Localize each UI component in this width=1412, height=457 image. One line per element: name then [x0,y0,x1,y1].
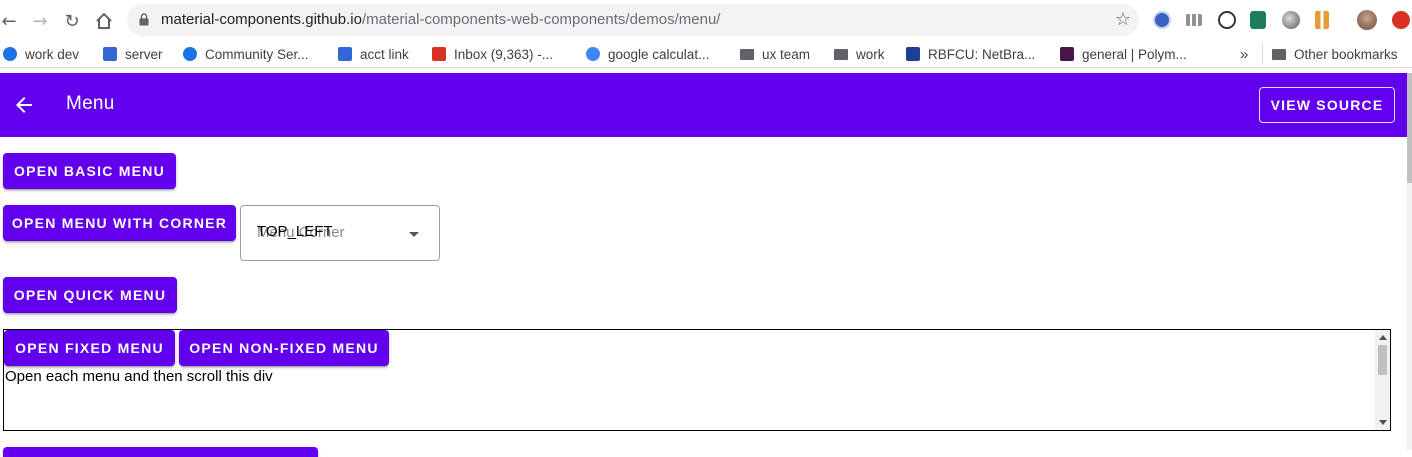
code-icon [103,47,117,61]
open-quick-menu-button[interactable]: OPEN QUICK MENU [3,277,177,313]
star-badge-icon [906,47,920,61]
menu-corner-value: TOP_LEFT [257,223,333,240]
url-text: material-components.github.io/material-c… [161,11,720,28]
open-basic-menu-button[interactable]: OPEN BASIC MENU [3,153,176,189]
globe-icon [183,47,197,61]
next-demo-button[interactable] [3,447,318,457]
bookmark-label: work [856,46,885,62]
browser-toolbar: ← → ↻ material-components.github.io/mate… [0,0,1412,40]
bookmark-item[interactable]: work [834,45,885,63]
scroll-up-icon[interactable] [1379,335,1387,340]
bookmark-star-icon[interactable]: ☆ [1115,9,1131,30]
bookmark-item[interactable]: RBFCU: NetBra... [906,45,1035,63]
bookmark-label: Inbox (9,363) -... [454,46,554,62]
bookmark-label: Community Ser... [205,46,309,62]
extension-icon[interactable] [1153,11,1171,29]
google-icon [586,47,600,61]
bookmark-label: acct link [360,46,409,62]
page-scrollbar[interactable] [1407,73,1412,450]
bookmark-item[interactable]: server [103,45,163,63]
container-scrollbar-thumb[interactable] [1378,345,1387,375]
lock-icon [139,13,149,26]
url-host: material-components.github.io [161,11,362,28]
tag-extension-icon[interactable] [1315,11,1329,29]
open-menu-with-corner-button[interactable]: OPEN MENU WITH CORNER [3,205,236,241]
bookmark-label: server [125,46,163,62]
folder-icon [740,48,754,60]
folder-icon [1272,48,1286,60]
scroll-down-icon[interactable] [1379,420,1387,425]
view-source-button[interactable]: VIEW SOURCE [1259,87,1395,123]
bookmark-item[interactable]: Community Ser... [183,45,309,63]
bookmark-item[interactable]: ux team [740,45,810,63]
container-scrollbar[interactable] [1375,330,1390,430]
page-scrollbar-thumb[interactable] [1407,73,1412,183]
menu-corner-select[interactable]: Menu Corner TOP_LEFT [240,205,440,261]
bookmark-item[interactable]: acct link [338,45,409,63]
bookmark-item[interactable]: work dev [3,45,79,63]
back-icon[interactable]: ← [0,8,22,34]
bookmark-label: google calculat... [608,46,710,62]
globe-icon [3,47,17,61]
url-path: /material-components-web-components/demo… [361,11,721,28]
back-arrow-icon[interactable] [12,93,36,117]
code-icon [338,47,352,61]
address-bar[interactable]: material-components.github.io/material-c… [127,4,1139,36]
bookmark-item[interactable]: Inbox (9,363) -... [432,45,553,63]
bookmark-item[interactable]: general | Polym... [1060,45,1187,63]
scroll-container[interactable]: OPEN FIXED MENU OPEN NON-FIXED MENU Open… [3,329,1391,431]
folder-icon [834,48,848,60]
open-fixed-menu-button[interactable]: OPEN FIXED MENU [4,330,175,366]
other-bookmarks[interactable]: Other bookmarks [1272,45,1398,63]
bookmarks-divider [1262,43,1263,65]
other-bookmarks-label: Other bookmarks [1294,46,1398,62]
bookmark-label: ux team [762,46,811,62]
bookmark-label: RBFCU: NetBra... [928,46,1036,62]
bookmark-item[interactable]: google calculat... [586,45,709,63]
gmail-icon [432,47,446,61]
sphere-extension-icon[interactable] [1282,11,1300,29]
slack-icon [1060,47,1074,61]
open-non-fixed-menu-button[interactable]: OPEN NON-FIXED MENU [179,330,389,366]
block-extension-icon[interactable] [1218,11,1236,29]
top-app-bar: Menu VIEW SOURCE [0,73,1407,137]
reload-icon[interactable]: ↻ [59,8,85,34]
home-icon[interactable] [91,8,117,34]
bookmark-label: work dev [25,46,80,62]
dropdown-arrow-icon [409,232,419,237]
bookmarks-overflow-button[interactable]: » [1240,45,1248,63]
bookmark-label: general | Polym... [1082,46,1187,62]
update-icon[interactable] [1392,11,1410,29]
page-title: Menu [66,93,115,114]
scroll-instructions: Open each menu and then scroll this div [5,368,273,385]
bookmarks-bar: work dev server Community Ser... acct li… [0,40,1412,68]
s-extension-icon[interactable] [1250,11,1266,29]
profile-avatar-icon[interactable] [1357,10,1377,30]
forward-icon[interactable]: → [27,8,53,34]
grid-extension-icon[interactable] [1186,14,1202,26]
